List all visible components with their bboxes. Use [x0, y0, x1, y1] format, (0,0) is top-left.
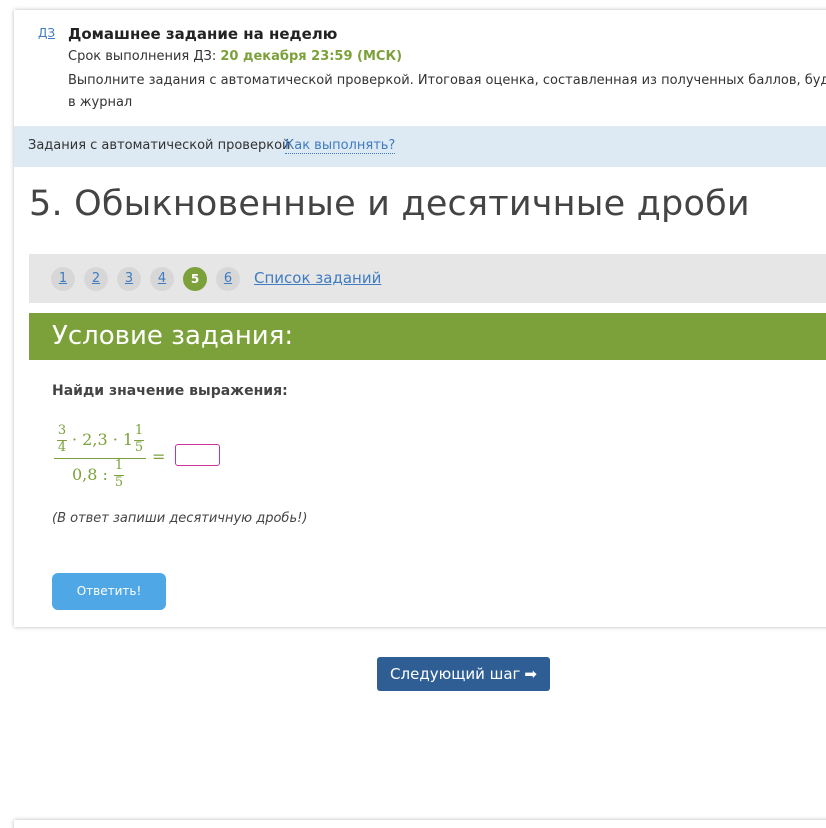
next-card-edge: [14, 820, 826, 828]
page-link-2[interactable]: 2: [84, 267, 108, 291]
homework-title: Домашнее задание на неделю: [68, 25, 338, 43]
next-step-label: Следующий шаг: [390, 665, 521, 683]
frac-den-1-5-denominator: 5: [114, 475, 124, 490]
next-step-button[interactable]: Следующий шаг ➡: [377, 657, 550, 691]
answer-input[interactable]: [175, 444, 220, 466]
main-fraction-bar: [54, 458, 146, 459]
deadline-value: 20 декабря 23:59 (МСК): [220, 49, 403, 64]
page-link-6[interactable]: 6: [216, 267, 240, 291]
homework-description: Выполните задания с автоматической прове…: [68, 70, 826, 114]
arrow-right-icon: ➡: [524, 665, 537, 683]
homework-header: ДЗ Домашнее задание на неделю Срок выпол…: [14, 10, 826, 126]
homework-deadline: Срок выполнения ДЗ: 20 декабря 23:59 (МС…: [68, 49, 402, 64]
numerator-middle: · 2,3 · 1: [72, 430, 134, 449]
homework-badge[interactable]: ДЗ: [38, 26, 55, 40]
task-list-link[interactable]: Список заданий: [254, 269, 381, 287]
answer-hint: (В ответ запиши десятичную дробь!): [52, 511, 308, 526]
how-to-link[interactable]: Как выполнять?: [285, 138, 396, 154]
math-expression: 3 4 · 2,3 · 1 1 5 0,8 : 1 5 =: [52, 423, 252, 493]
condition-header: Условие задания:: [29, 313, 826, 360]
homework-card: ДЗ Домашнее задание на неделю Срок выпол…: [14, 10, 826, 627]
condition-title: Условие задания:: [52, 321, 294, 351]
description-line-1: Выполните задания с автоматической прове…: [68, 73, 826, 88]
frac-1-5-numerator: 1: [134, 423, 144, 438]
page-link-4[interactable]: 4: [150, 267, 174, 291]
task-title: 5. Обыкновенные и десятичные дроби: [29, 184, 750, 224]
submit-answer-button[interactable]: Ответить!: [52, 573, 166, 610]
description-line-2: в журнал: [68, 95, 133, 110]
equals-sign: =: [152, 447, 166, 466]
auto-check-label: Задания с автоматической проверкой: [28, 138, 291, 153]
task-pager: 1 2 3 4 5 6 Список заданий: [29, 254, 826, 303]
frac-den-1-5-numerator: 1: [114, 458, 124, 473]
task-prompt: Найди значение выражения:: [52, 383, 288, 399]
denominator-text: 0,8 :: [72, 465, 108, 484]
auto-check-bar: Задания с автоматической проверкой Как в…: [14, 126, 826, 167]
deadline-label: Срок выполнения ДЗ:: [68, 49, 221, 64]
page-current-5: 5: [183, 267, 207, 291]
frac-3-4-denominator: 4: [57, 440, 67, 455]
page-link-1[interactable]: 1: [51, 267, 75, 291]
page-link-3[interactable]: 3: [117, 267, 141, 291]
frac-3-4-numerator: 3: [57, 423, 67, 438]
frac-1-5-denominator: 5: [134, 440, 144, 455]
